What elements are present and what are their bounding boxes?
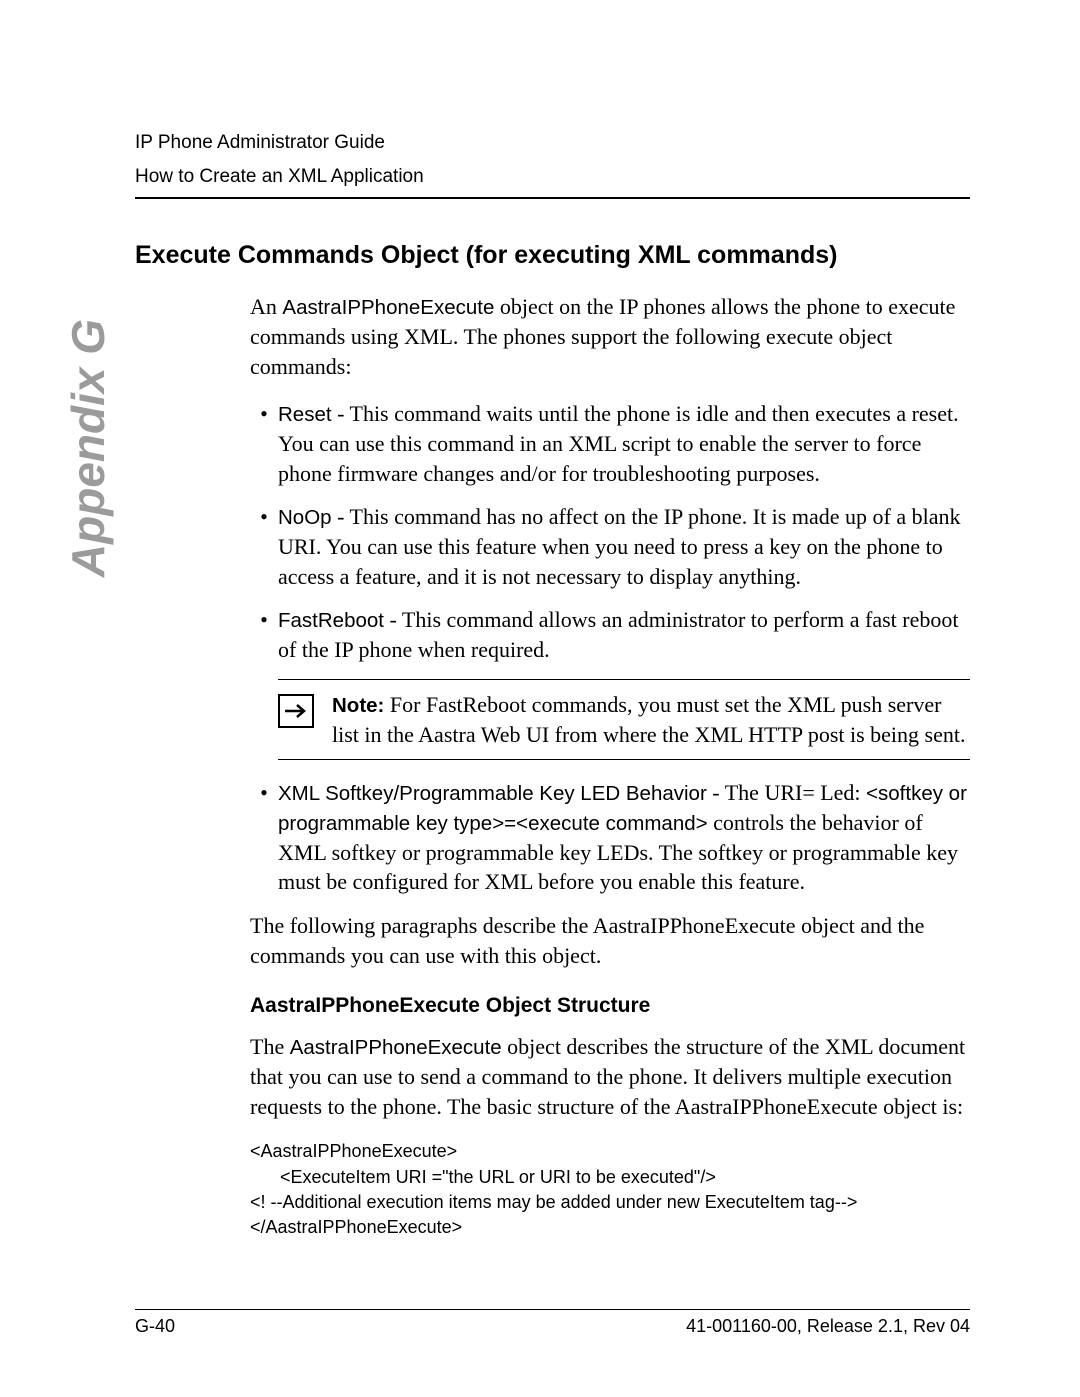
bullet-sep: - [332, 504, 350, 529]
bullet-sep: - [384, 607, 402, 632]
bullet-dot-icon: • [250, 605, 278, 635]
note-block: Note: For FastReboot commands, you must … [278, 679, 970, 760]
bullet-fastreboot: • FastReboot - This command allows an ad… [250, 605, 970, 664]
code-line: <AastraIPPhoneExecute> [250, 1141, 457, 1161]
bullet-text: This command has no affect on the IP pho… [278, 504, 960, 588]
footer-row: G-40 41-001160-00, Release 2.1, Rev 04 [135, 1316, 970, 1337]
bullet-text: This command waits until the phone is id… [278, 401, 959, 485]
footer-rule [135, 1309, 970, 1310]
bullet-dot-icon: • [250, 502, 278, 532]
xml-code-block: <AastraIPPhoneExecute> <ExecuteItem URI … [250, 1139, 970, 1240]
code-line: </AastraIPPhoneExecute> [250, 1217, 462, 1237]
bullet-term: Reset [278, 403, 332, 426]
structure-paragraph: The AastraIPPhoneExecute object describe… [250, 1032, 970, 1121]
appendix-label-container: Appendix G [58, 215, 118, 475]
note-row: Note: For FastReboot commands, you must … [278, 680, 970, 759]
bullet-body: NoOp - This command has no affect on the… [278, 502, 970, 591]
led-bullet-list: • XML Softkey/Programmable Key LED Behav… [250, 778, 970, 897]
header-line-2: How to Create an XML Application [135, 164, 970, 190]
note-bottom-rule [278, 759, 970, 760]
document-page: Appendix G IP Phone Administrator Guide … [0, 0, 1080, 1397]
appendix-label: Appendix G [61, 319, 115, 577]
intro-paragraph: An AastraIPPhoneExecute object on the IP… [250, 292, 970, 381]
command-bullet-list: • Reset - This command waits until the p… [250, 399, 970, 665]
section-title: Execute Commands Object (for executing X… [135, 241, 970, 270]
bullet-dot-icon: • [250, 778, 278, 808]
footer-page-number: G-40 [135, 1316, 175, 1337]
intro-prefix: An [250, 294, 282, 319]
header-rule [135, 197, 970, 199]
bullet-term: XML Softkey/Programmable Key LED Behavio… [278, 782, 707, 805]
bullet-dot-icon: • [250, 399, 278, 429]
page-footer: G-40 41-001160-00, Release 2.1, Rev 04 [135, 1309, 970, 1337]
struct-prefix: The [250, 1034, 290, 1059]
subheading: AastraIPPhoneExecute Object Structure [250, 994, 970, 1018]
note-body: For FastReboot commands, you must set th… [332, 692, 965, 747]
bullet-body: XML Softkey/Programmable Key LED Behavio… [278, 778, 970, 897]
main-content: An AastraIPPhoneExecute object on the IP… [250, 292, 970, 1240]
struct-object-name: AastraIPPhoneExecute [290, 1036, 502, 1059]
bullet-sep: - [332, 401, 350, 426]
bullet-body: FastReboot - This command allows an admi… [278, 605, 970, 664]
bullet-reset: • Reset - This command waits until the p… [250, 399, 970, 488]
page-header: IP Phone Administrator Guide How to Crea… [135, 130, 970, 199]
code-line: <! --Additional execution items may be a… [250, 1192, 857, 1212]
code-line: <ExecuteItem URI ="the URL or URI to be … [250, 1167, 716, 1187]
footer-doc-id: 41-001160-00, Release 2.1, Rev 04 [686, 1316, 970, 1337]
bullet-noop: • NoOp - This command has no affect on t… [250, 502, 970, 591]
closing-paragraph: The following paragraphs describe the Aa… [250, 911, 970, 970]
bullet-lead: The URI= Led: [725, 780, 866, 805]
header-line-1: IP Phone Administrator Guide [135, 130, 970, 156]
note-label: Note: [332, 694, 384, 717]
note-text: Note: For FastReboot commands, you must … [332, 690, 966, 749]
bullet-term: NoOp [278, 506, 332, 529]
note-arrow-icon [278, 694, 314, 728]
bullet-term: FastReboot [278, 609, 384, 632]
intro-object-name: AastraIPPhoneExecute [282, 296, 494, 319]
bullet-led-behavior: • XML Softkey/Programmable Key LED Behav… [250, 778, 970, 897]
bullet-sep: - [707, 780, 725, 805]
bullet-body: Reset - This command waits until the pho… [278, 399, 970, 488]
